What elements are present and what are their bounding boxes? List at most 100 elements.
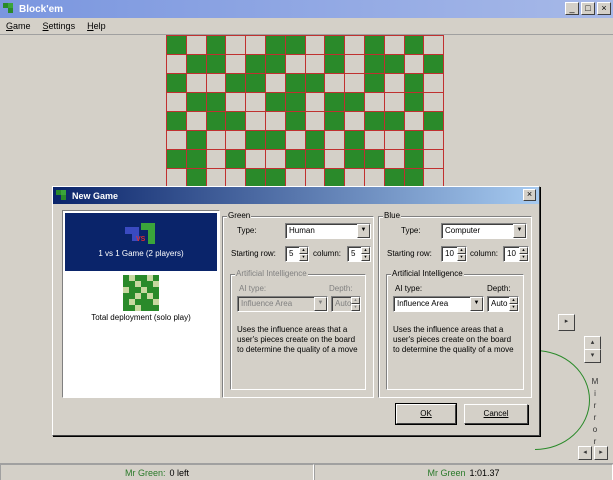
board-cell[interactable] [404, 74, 425, 93]
board-cell[interactable] [424, 93, 444, 112]
board-cell[interactable] [404, 93, 425, 112]
game-mode-list[interactable]: VS 1 vs 1 Game (2 players) Total deploym… [62, 210, 220, 398]
board-cell[interactable] [364, 150, 385, 169]
board-cell[interactable] [325, 55, 346, 74]
board-cell[interactable] [404, 112, 425, 131]
board-cell[interactable] [364, 93, 385, 112]
board-cell[interactable] [345, 150, 365, 169]
board-cell[interactable] [404, 169, 425, 187]
board-cell[interactable] [404, 55, 425, 74]
mode-item-1vs1[interactable]: VS 1 vs 1 Game (2 players) [65, 213, 217, 271]
board-cell[interactable] [265, 55, 286, 74]
board-cell[interactable] [384, 112, 405, 131]
green-type-select[interactable]: Human ▼ [285, 223, 371, 239]
board-cell[interactable] [226, 131, 247, 150]
board-cell[interactable] [285, 112, 306, 131]
board-cell[interactable] [167, 93, 187, 112]
board-cell[interactable] [424, 55, 444, 74]
board-cell[interactable] [285, 169, 306, 187]
blue-row-spinner[interactable]: 10 ▲ ▼ [441, 246, 467, 262]
board-cell[interactable] [246, 55, 266, 74]
spin-down-icon[interactable]: ▼ [457, 254, 466, 261]
board-cell[interactable] [186, 150, 207, 169]
spin-up-icon[interactable]: ▲ [509, 297, 518, 304]
board-cell[interactable] [305, 93, 326, 112]
right-small-arrow-button[interactable]: ▸ [594, 446, 608, 460]
close-button[interactable]: × [597, 2, 611, 15]
board-cell[interactable] [384, 36, 405, 55]
board-cell[interactable] [404, 131, 425, 150]
board-cell[interactable] [186, 36, 207, 55]
blue-type-select[interactable]: Computer ▼ [441, 223, 527, 239]
spin-up-icon[interactable]: ▲ [361, 247, 370, 254]
board-cell[interactable] [246, 131, 266, 150]
board-cell[interactable] [226, 36, 247, 55]
board-cell[interactable] [226, 74, 247, 93]
board-cell[interactable] [424, 150, 444, 169]
board-cell[interactable] [305, 150, 326, 169]
board-cell[interactable] [167, 131, 187, 150]
board-cell[interactable] [265, 169, 286, 187]
board-cell[interactable] [325, 169, 346, 187]
board-cell[interactable] [325, 74, 346, 93]
board-cell[interactable] [364, 55, 385, 74]
board-cell[interactable] [246, 36, 266, 55]
board-cell[interactable] [226, 93, 247, 112]
board-cell[interactable] [325, 112, 346, 131]
board-cell[interactable] [384, 93, 405, 112]
board-cell[interactable] [246, 74, 266, 93]
board-cell[interactable] [167, 150, 187, 169]
board-cell[interactable] [167, 55, 187, 74]
board-cell[interactable] [424, 112, 444, 131]
board-cell[interactable] [384, 169, 405, 187]
maximize-button[interactable]: □ [581, 2, 595, 15]
blue-ai-type-select[interactable]: Influence Area ▼ [393, 296, 484, 312]
board-cell[interactable] [265, 131, 286, 150]
spin-up-icon[interactable]: ▲ [457, 247, 466, 254]
board-cell[interactable] [265, 36, 286, 55]
board-cell[interactable] [226, 150, 247, 169]
blue-col-spinner[interactable]: 10 ▲ ▼ [503, 246, 529, 262]
board-cell[interactable] [305, 55, 326, 74]
board-cell[interactable] [186, 55, 207, 74]
board-cell[interactable] [285, 55, 306, 74]
board-cell[interactable] [226, 55, 247, 74]
board-cell[interactable] [206, 131, 227, 150]
board-cell[interactable] [384, 150, 405, 169]
board-cell[interactable] [345, 93, 365, 112]
board-cell[interactable] [404, 150, 425, 169]
chevron-down-icon[interactable]: ▼ [470, 297, 483, 311]
board-cell[interactable] [167, 74, 187, 93]
board-cell[interactable] [305, 74, 326, 93]
board-cell[interactable] [246, 93, 266, 112]
chevron-down-icon[interactable]: ▼ [513, 224, 526, 238]
board-cell[interactable] [206, 74, 227, 93]
dialog-close-button[interactable]: × [523, 189, 536, 201]
board-cell[interactable] [265, 93, 286, 112]
board-cell[interactable] [325, 93, 346, 112]
board-cell[interactable] [325, 150, 346, 169]
board-cell[interactable] [305, 112, 326, 131]
board-cell[interactable] [186, 169, 207, 187]
board-cell[interactable] [345, 36, 365, 55]
board-cell[interactable] [384, 131, 405, 150]
board-cell[interactable] [246, 112, 266, 131]
board-cell[interactable] [246, 150, 266, 169]
board-cell[interactable] [167, 36, 187, 55]
board-cell[interactable] [424, 74, 444, 93]
mode-item-solo[interactable]: Total deployment (solo play) [65, 275, 217, 329]
ok-button[interactable]: OK [395, 403, 457, 425]
spin-up-icon[interactable]: ▲ [519, 247, 528, 254]
board-cell[interactable] [186, 74, 207, 93]
board-cell[interactable] [285, 93, 306, 112]
board-cell[interactable] [226, 169, 247, 187]
right-arrow-button[interactable]: ▸ [558, 314, 575, 331]
board-cell[interactable] [305, 169, 326, 187]
board-cell[interactable] [305, 131, 326, 150]
board-cell[interactable] [384, 55, 405, 74]
board-cell[interactable] [364, 74, 385, 93]
board-cell[interactable] [206, 93, 227, 112]
board-cell[interactable] [305, 36, 326, 55]
board-cell[interactable] [285, 74, 306, 93]
board-cell[interactable] [424, 36, 444, 55]
